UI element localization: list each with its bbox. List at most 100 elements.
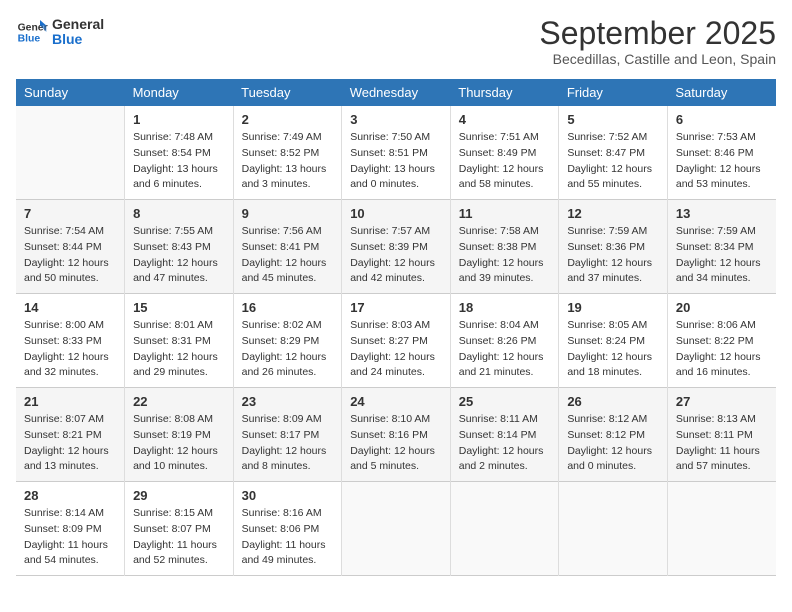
day-info: Sunrise: 7:53 AM Sunset: 8:46 PM Dayligh… (676, 130, 768, 193)
day-cell: 26 Sunrise: 8:12 AM Sunset: 8:12 PM Dayli… (559, 388, 668, 482)
day-cell (342, 482, 451, 576)
day-number: 9 (242, 206, 334, 221)
day-info: Sunrise: 8:16 AM Sunset: 8:06 PM Dayligh… (242, 506, 334, 569)
day-cell (16, 106, 125, 200)
day-cell: 6 Sunrise: 7:53 AM Sunset: 8:46 PM Daylig… (667, 106, 776, 200)
day-info: Sunrise: 8:07 AM Sunset: 8:21 PM Dayligh… (24, 412, 116, 475)
day-cell: 7Sunrise: 7:54 AM Sunset: 8:44 PM Daylig… (16, 200, 125, 294)
calendar-body: 1 Sunrise: 7:48 AM Sunset: 8:54 PM Daylig… (16, 106, 776, 576)
day-number: 14 (24, 300, 116, 315)
day-cell: 9 Sunrise: 7:56 AM Sunset: 8:41 PM Daylig… (233, 200, 342, 294)
day-info: Sunrise: 8:12 AM Sunset: 8:12 PM Dayligh… (567, 412, 659, 475)
day-info: Sunrise: 8:03 AM Sunset: 8:27 PM Dayligh… (350, 318, 442, 381)
day-info: Sunrise: 7:51 AM Sunset: 8:49 PM Dayligh… (459, 130, 551, 193)
day-info: Sunrise: 7:56 AM Sunset: 8:41 PM Dayligh… (242, 224, 334, 287)
day-number: 11 (459, 206, 551, 221)
day-info: Sunrise: 7:48 AM Sunset: 8:54 PM Dayligh… (133, 130, 225, 193)
day-info: Sunrise: 7:57 AM Sunset: 8:39 PM Dayligh… (350, 224, 442, 287)
day-cell: 1 Sunrise: 7:48 AM Sunset: 8:54 PM Daylig… (125, 106, 234, 200)
day-cell: 13Sunrise: 7:59 AM Sunset: 8:34 PM Dayli… (667, 200, 776, 294)
day-cell: 23 Sunrise: 8:09 AM Sunset: 8:17 PM Dayli… (233, 388, 342, 482)
day-info: Sunrise: 8:08 AM Sunset: 8:19 PM Dayligh… (133, 412, 225, 475)
day-cell: 21 Sunrise: 8:07 AM Sunset: 8:21 PM Dayli… (16, 388, 125, 482)
day-number: 29 (133, 488, 225, 503)
logo-blue-text: Blue (52, 32, 104, 47)
day-cell: 22 Sunrise: 8:08 AM Sunset: 8:19 PM Dayli… (125, 388, 234, 482)
day-info: Sunrise: 8:10 AM Sunset: 8:16 PM Dayligh… (350, 412, 442, 475)
header-day-saturday: Saturday (667, 79, 776, 106)
day-info: Sunrise: 7:54 AM Sunset: 8:44 PM Dayligh… (24, 224, 116, 287)
day-number: 28 (24, 488, 116, 503)
day-cell: 17Sunrise: 8:03 AM Sunset: 8:27 PM Dayli… (342, 294, 451, 388)
title-block: September 2025 Becedillas, Castille and … (539, 16, 776, 67)
header-row: SundayMondayTuesdayWednesdayThursdayFrid… (16, 79, 776, 106)
day-info: Sunrise: 7:52 AM Sunset: 8:47 PM Dayligh… (567, 130, 659, 193)
day-cell: 11 Sunrise: 7:58 AM Sunset: 8:38 PM Dayli… (450, 200, 559, 294)
day-info: Sunrise: 8:11 AM Sunset: 8:14 PM Dayligh… (459, 412, 551, 475)
logo: General Blue General Blue (16, 16, 104, 48)
day-cell (450, 482, 559, 576)
day-cell: 18Sunrise: 8:04 AM Sunset: 8:26 PM Dayli… (450, 294, 559, 388)
calendar-table: SundayMondayTuesdayWednesdayThursdayFrid… (16, 79, 776, 576)
day-info: Sunrise: 8:09 AM Sunset: 8:17 PM Dayligh… (242, 412, 334, 475)
day-number: 27 (676, 394, 768, 409)
day-number: 4 (459, 112, 551, 127)
day-cell: 28 Sunrise: 8:14 AM Sunset: 8:09 PM Dayli… (16, 482, 125, 576)
week-row-1: 1 Sunrise: 7:48 AM Sunset: 8:54 PM Daylig… (16, 106, 776, 200)
day-info: Sunrise: 7:59 AM Sunset: 8:34 PM Dayligh… (676, 224, 768, 287)
day-cell: 25 Sunrise: 8:11 AM Sunset: 8:14 PM Dayli… (450, 388, 559, 482)
day-number: 30 (242, 488, 334, 503)
day-number: 21 (24, 394, 116, 409)
day-number: 22 (133, 394, 225, 409)
day-number: 19 (567, 300, 659, 315)
day-number: 15 (133, 300, 225, 315)
day-number: 5 (567, 112, 659, 127)
day-cell: 24 Sunrise: 8:10 AM Sunset: 8:16 PM Dayli… (342, 388, 451, 482)
header-day-thursday: Thursday (450, 79, 559, 106)
day-info: Sunrise: 7:49 AM Sunset: 8:52 PM Dayligh… (242, 130, 334, 193)
page-header: General Blue General Blue September 2025… (16, 16, 776, 67)
day-cell: 15 Sunrise: 8:01 AM Sunset: 8:31 PM Dayli… (125, 294, 234, 388)
day-info: Sunrise: 8:05 AM Sunset: 8:24 PM Dayligh… (567, 318, 659, 381)
week-row-2: 7Sunrise: 7:54 AM Sunset: 8:44 PM Daylig… (16, 200, 776, 294)
day-info: Sunrise: 7:55 AM Sunset: 8:43 PM Dayligh… (133, 224, 225, 287)
day-number: 12 (567, 206, 659, 221)
day-number: 3 (350, 112, 442, 127)
day-cell: 16 Sunrise: 8:02 AM Sunset: 8:29 PM Dayli… (233, 294, 342, 388)
day-info: Sunrise: 8:01 AM Sunset: 8:31 PM Dayligh… (133, 318, 225, 381)
day-cell: 2 Sunrise: 7:49 AM Sunset: 8:52 PM Daylig… (233, 106, 342, 200)
day-info: Sunrise: 7:50 AM Sunset: 8:51 PM Dayligh… (350, 130, 442, 193)
header-day-tuesday: Tuesday (233, 79, 342, 106)
header-day-wednesday: Wednesday (342, 79, 451, 106)
week-row-4: 21 Sunrise: 8:07 AM Sunset: 8:21 PM Dayli… (16, 388, 776, 482)
day-info: Sunrise: 7:58 AM Sunset: 8:38 PM Dayligh… (459, 224, 551, 287)
day-cell (559, 482, 668, 576)
day-number: 1 (133, 112, 225, 127)
day-number: 23 (242, 394, 334, 409)
day-cell: 4 Sunrise: 7:51 AM Sunset: 8:49 PM Daylig… (450, 106, 559, 200)
calendar-header: SundayMondayTuesdayWednesdayThursdayFrid… (16, 79, 776, 106)
day-number: 24 (350, 394, 442, 409)
month-title: September 2025 (539, 16, 776, 51)
day-number: 6 (676, 112, 768, 127)
week-row-3: 14 Sunrise: 8:00 AM Sunset: 8:33 PM Dayli… (16, 294, 776, 388)
day-cell: 30 Sunrise: 8:16 AM Sunset: 8:06 PM Dayli… (233, 482, 342, 576)
day-number: 26 (567, 394, 659, 409)
day-info: Sunrise: 8:00 AM Sunset: 8:33 PM Dayligh… (24, 318, 116, 381)
location: Becedillas, Castille and Leon, Spain (539, 51, 776, 67)
day-number: 25 (459, 394, 551, 409)
day-info: Sunrise: 8:13 AM Sunset: 8:11 PM Dayligh… (676, 412, 768, 475)
day-number: 16 (242, 300, 334, 315)
day-info: Sunrise: 8:14 AM Sunset: 8:09 PM Dayligh… (24, 506, 116, 569)
week-row-5: 28 Sunrise: 8:14 AM Sunset: 8:09 PM Dayli… (16, 482, 776, 576)
day-cell: 19 Sunrise: 8:05 AM Sunset: 8:24 PM Dayli… (559, 294, 668, 388)
day-info: Sunrise: 8:06 AM Sunset: 8:22 PM Dayligh… (676, 318, 768, 381)
day-cell: 5 Sunrise: 7:52 AM Sunset: 8:47 PM Daylig… (559, 106, 668, 200)
day-cell: 3 Sunrise: 7:50 AM Sunset: 8:51 PM Daylig… (342, 106, 451, 200)
header-day-friday: Friday (559, 79, 668, 106)
day-info: Sunrise: 8:02 AM Sunset: 8:29 PM Dayligh… (242, 318, 334, 381)
day-number: 8 (133, 206, 225, 221)
day-number: 2 (242, 112, 334, 127)
day-cell: 27 Sunrise: 8:13 AM Sunset: 8:11 PM Dayli… (667, 388, 776, 482)
day-cell: 20Sunrise: 8:06 AM Sunset: 8:22 PM Dayli… (667, 294, 776, 388)
